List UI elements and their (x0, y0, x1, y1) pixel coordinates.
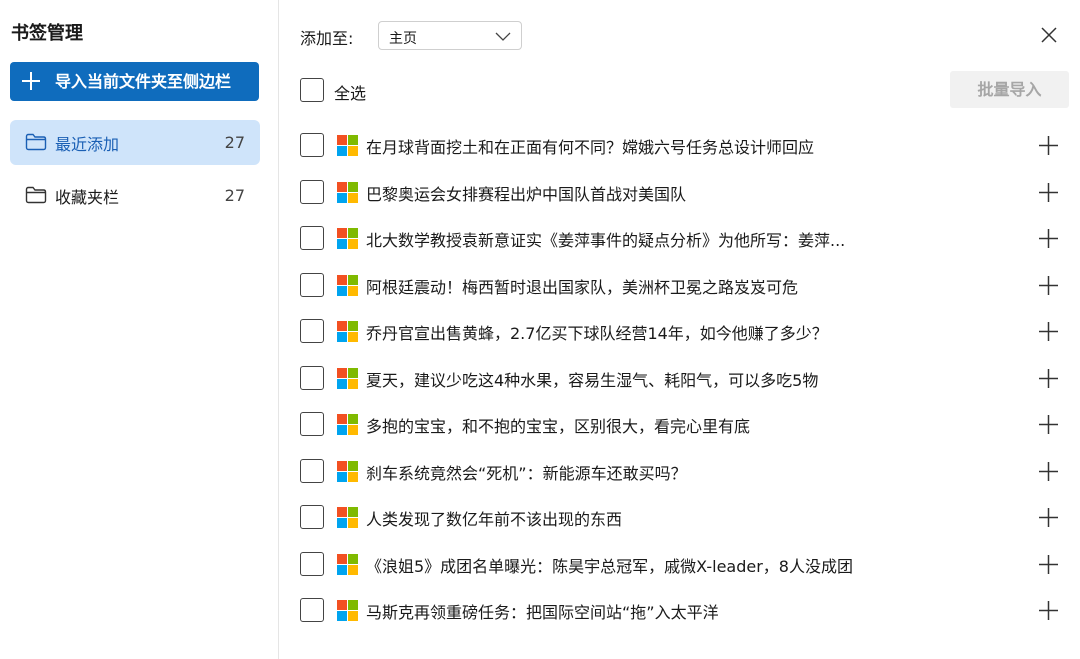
add-bookmark-icon[interactable] (1038, 368, 1059, 389)
bookmark-checkbox[interactable] (300, 505, 324, 529)
import-button-label: 导入当前文件夹至侧边栏 (55, 72, 232, 91)
bookmark-row: 马斯克再领重磅任务：把国际空间站“拖”入太平洋 (280, 587, 1080, 634)
bookmark-row: 人类发现了数亿年前不该出现的东西 (280, 494, 1080, 541)
batch-import-button[interactable]: 批量导入 (950, 71, 1069, 108)
select-all-checkbox[interactable] (300, 78, 324, 102)
microsoft-logo-icon (337, 274, 358, 296)
microsoft-logo-icon (337, 414, 358, 435)
bookmark-checkbox[interactable] (300, 551, 324, 576)
bookmark-row: 刹车系统竟然会“死机”：新能源车还敢买吗？ (280, 448, 1080, 495)
import-folder-to-sidebar-button[interactable]: 导入当前文件夹至侧边栏 (10, 62, 259, 101)
microsoft-logo-icon (337, 181, 358, 203)
bookmark-title: 多抱的宝宝，和不抱的宝宝，区别很大，看完心里有底 (366, 417, 751, 436)
folder-icon (25, 186, 47, 204)
microsoft-logo-icon (337, 367, 358, 389)
add-bookmark-icon[interactable] (1038, 321, 1059, 342)
bookmark-list: 在月球背面挖土和在正面有何不同？嫦娥六号任务总设计师回应 巴黎奥运会女排赛程出炉… (280, 122, 1080, 652)
microsoft-logo-icon (337, 600, 358, 621)
microsoft-logo-icon (337, 228, 358, 249)
bookmark-checkbox[interactable] (300, 412, 324, 436)
bookmark-title: 阿根廷震动！梅西暂时退出国家队，美洲杯卫冕之路岌岌可危 (366, 277, 799, 297)
bookmark-row: 《浪姐5》成团名单曝光：陈昊宇总冠军，戚微X-leader，8人没成团 (280, 541, 1080, 588)
sidebar-item-count: 27 (224, 186, 245, 205)
add-bookmark-icon[interactable] (1038, 228, 1059, 249)
bookmark-checkbox[interactable] (300, 226, 324, 250)
add-bookmark-icon[interactable] (1038, 275, 1059, 296)
microsoft-logo-icon (337, 553, 358, 575)
main-panel: 添加至: 主页 全选 批量导入 在月球背面挖土和在正面有何不同？嫦娥六号任务总设… (280, 0, 1080, 659)
add-bookmark-icon[interactable] (1038, 507, 1059, 528)
microsoft-logo-icon (337, 321, 358, 342)
bookmark-title: 巴黎奥运会女排赛程出炉中国队首战对美国队 (366, 184, 687, 204)
microsoft-logo-icon (337, 507, 358, 528)
bookmark-title: 马斯克再领重磅任务：把国际空间站“拖”入太平洋 (366, 603, 719, 622)
bookmark-row: 乔丹官宣出售黄蜂，2.7亿买下球队经营14年，如今他赚了多少？ (280, 308, 1080, 355)
folder-icon (25, 133, 47, 151)
add-bookmark-icon[interactable] (1038, 600, 1059, 621)
microsoft-logo-icon (337, 135, 358, 156)
add-bookmark-icon[interactable] (1038, 135, 1059, 156)
bookmark-checkbox[interactable] (300, 458, 324, 483)
bookmark-row: 阿根廷震动！梅西暂时退出国家队，美洲杯卫冕之路岌岌可危 (280, 262, 1080, 309)
bookmark-checkbox[interactable] (300, 133, 324, 157)
bookmark-checkbox[interactable] (300, 365, 324, 390)
sidebar-item-favorites-bar[interactable]: 收藏夹栏 27 (10, 173, 260, 218)
add-bookmark-icon[interactable] (1038, 554, 1059, 575)
add-bookmark-icon[interactable] (1038, 182, 1059, 203)
chevron-down-icon (495, 32, 511, 41)
bookmark-title: 北大数学教授袁新意证实《姜萍事件的疑点分析》为他所写：姜萍... (366, 231, 846, 250)
bookmark-checkbox[interactable] (300, 272, 324, 297)
bookmark-checkbox[interactable] (300, 598, 324, 622)
bookmark-checkbox[interactable] (300, 319, 324, 343)
sidebar-item-count: 27 (224, 133, 245, 152)
add-bookmark-icon[interactable] (1038, 414, 1059, 435)
microsoft-logo-icon (337, 460, 358, 482)
bookmark-row: 在月球背面挖土和在正面有何不同？嫦娥六号任务总设计师回应 (280, 122, 1080, 169)
bookmark-row: 巴黎奥运会女排赛程出炉中国队首战对美国队 (280, 169, 1080, 216)
bookmark-title: 乔丹官宣出售黄蜂，2.7亿买下球队经营14年，如今他赚了多少？ (366, 324, 828, 343)
target-folder-value: 主页 (389, 31, 417, 47)
target-folder-select[interactable]: 主页 (378, 21, 522, 50)
bookmark-title: 《浪姐5》成团名单曝光：陈昊宇总冠军，戚微X-leader，8人没成团 (366, 556, 853, 576)
sidebar-item-label: 最近添加 (55, 134, 120, 154)
bookmark-title: 人类发现了数亿年前不该出现的东西 (366, 510, 623, 529)
bookmark-title: 在月球背面挖土和在正面有何不同？嫦娥六号任务总设计师回应 (366, 138, 815, 157)
sidebar-title: 书签管理 (11, 23, 83, 44)
add-to-label: 添加至: (300, 29, 354, 48)
bookmark-title: 夏天，建议少吃这4种水果，容易生湿气、耗阳气，可以多吃5物 (366, 370, 819, 390)
close-icon[interactable] (1039, 25, 1059, 45)
plus-icon (22, 72, 40, 90)
bookmark-title: 刹车系统竟然会“死机”：新能源车还敢买吗？ (366, 463, 687, 483)
sidebar-item-recently-added[interactable]: 最近添加 27 (10, 120, 260, 165)
select-all-label: 全选 (334, 84, 367, 103)
bookmark-row: 多抱的宝宝，和不抱的宝宝，区别很大，看完心里有底 (280, 401, 1080, 448)
bookmark-row: 北大数学教授袁新意证实《姜萍事件的疑点分析》为他所写：姜萍... (280, 215, 1080, 262)
add-bookmark-icon[interactable] (1038, 461, 1059, 482)
bookmark-manager: 书签管理 导入当前文件夹至侧边栏 最近添加 27 收藏夹栏 27 添加至: 主页 (0, 0, 1080, 659)
bookmark-row: 夏天，建议少吃这4种水果，容易生湿气、耗阳气，可以多吃5物 (280, 355, 1080, 402)
bookmark-checkbox[interactable] (300, 179, 324, 204)
sidebar-item-label: 收藏夹栏 (55, 187, 120, 207)
sidebar: 书签管理 导入当前文件夹至侧边栏 最近添加 27 收藏夹栏 27 (0, 0, 279, 659)
